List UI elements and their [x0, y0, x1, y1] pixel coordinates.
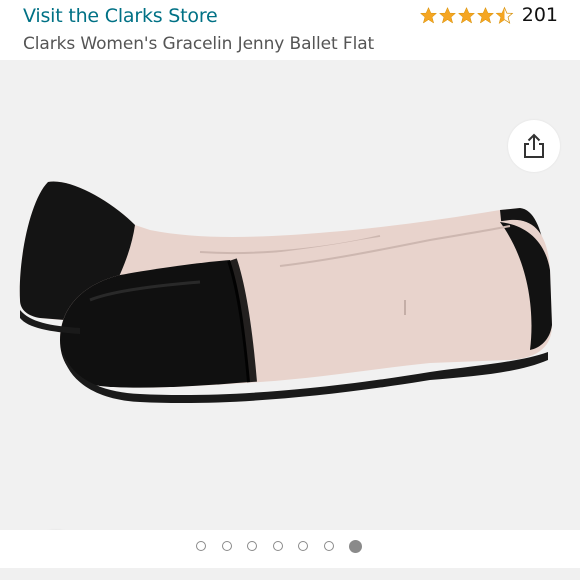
- pagination-dots: [196, 540, 378, 553]
- gallery-pagination: [0, 530, 580, 568]
- star-full-icon: [457, 6, 475, 24]
- pagination-dot[interactable]: [272, 541, 283, 551]
- rating-summary[interactable]: 201: [419, 4, 558, 26]
- rating-stars: [419, 6, 514, 25]
- bottom-divider: [0, 568, 580, 580]
- rating-count: 201: [521, 4, 558, 26]
- product-title: Clarks Women's Gracelin Jenny Ballet Fla…: [23, 34, 375, 54]
- star-full-icon: [419, 6, 437, 24]
- pagination-dot[interactable]: [298, 541, 308, 551]
- share-icon: [524, 133, 544, 158]
- star-full-icon: [438, 6, 456, 24]
- visit-store-link[interactable]: Visit the Clarks Store: [23, 5, 218, 27]
- star-full-icon: [476, 6, 494, 24]
- pagination-dot[interactable]: [247, 541, 257, 551]
- pagination-dot[interactable]: [196, 541, 206, 551]
- product-image[interactable]: [0, 60, 580, 530]
- pagination-dot[interactable]: [323, 541, 334, 551]
- product-image-gallery[interactable]: [0, 60, 580, 530]
- pagination-dot[interactable]: [349, 540, 362, 553]
- share-button[interactable]: [508, 120, 560, 172]
- star-half-icon: [495, 6, 514, 24]
- product-header: Visit the Clarks Store 201 Clarks Women'…: [0, 0, 580, 60]
- pagination-dot[interactable]: [221, 541, 232, 551]
